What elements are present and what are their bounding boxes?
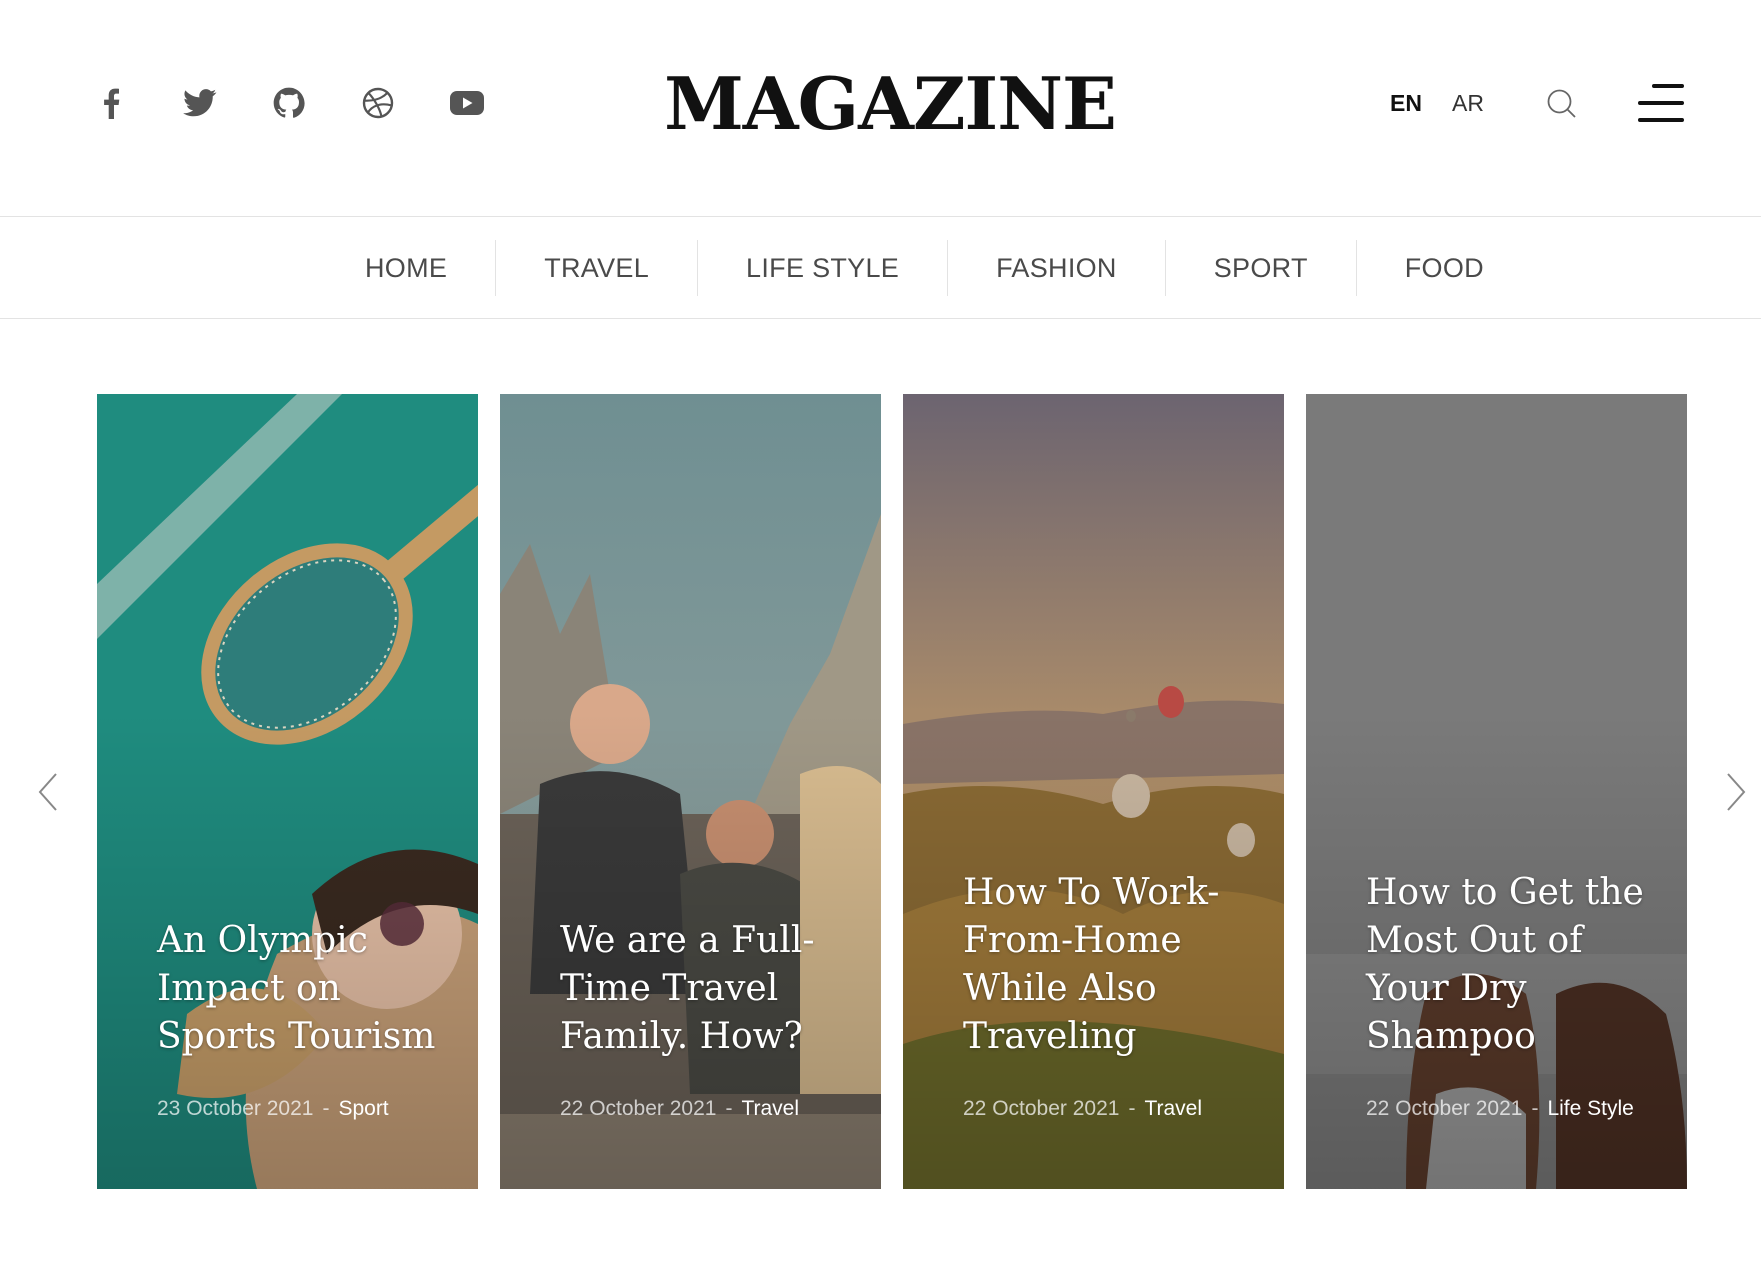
site-logo[interactable]: MAGAZINE	[0, 58, 1761, 150]
post-card-content: How to Get the Most Out of Your Dry Sham…	[1366, 869, 1656, 1126]
post-card[interactable]: How To Work-From-Home While Also Traveli…	[903, 394, 1284, 1189]
main-navigation: HOME TRAVEL LIFE STYLE FASHION SPORT FOO…	[0, 218, 1761, 319]
language-ar[interactable]: AR	[1452, 88, 1484, 118]
post-card[interactable]: We are a Full-Time Travel Family. How? 2…	[500, 394, 881, 1189]
post-meta: 22 October 2021- Travel	[560, 1091, 850, 1126]
meta-separator: -	[1531, 1097, 1539, 1120]
meta-separator: -	[725, 1097, 733, 1120]
nav-item-home[interactable]: HOME	[317, 240, 495, 296]
post-card[interactable]: How to Get the Most Out of Your Dry Sham…	[1306, 394, 1687, 1189]
language-en[interactable]: EN	[1390, 88, 1422, 118]
post-date: 22 October 2021	[963, 1097, 1120, 1120]
post-title[interactable]: An Olympic Impact on Sports Tourism	[157, 917, 447, 1061]
post-card-content: We are a Full-Time Travel Family. How? 2…	[560, 917, 850, 1126]
hamburger-menu-icon[interactable]	[1638, 84, 1684, 122]
post-date: 23 October 2021	[157, 1097, 314, 1120]
chevron-right-icon[interactable]	[1720, 770, 1750, 814]
post-date: 22 October 2021	[560, 1097, 717, 1120]
post-card-content: How To Work-From-Home While Also Traveli…	[963, 869, 1253, 1126]
post-date: 22 October 2021	[1366, 1097, 1523, 1120]
post-title[interactable]: We are a Full-Time Travel Family. How?	[560, 917, 850, 1061]
post-meta: 22 October 2021- Life Style	[1366, 1091, 1656, 1126]
nav-item-fashion[interactable]: FASHION	[947, 240, 1165, 296]
post-meta: 22 October 2021- Travel	[963, 1091, 1253, 1126]
featured-posts-slider: An Olympic Impact on Sports Tourism 23 O…	[0, 394, 1761, 1190]
post-title[interactable]: How To Work-From-Home While Also Traveli…	[963, 869, 1253, 1061]
meta-separator: -	[322, 1097, 330, 1120]
post-title[interactable]: How to Get the Most Out of Your Dry Sham…	[1366, 869, 1656, 1061]
nav-item-sport[interactable]: SPORT	[1164, 240, 1356, 296]
nav-item-food[interactable]: FOOD	[1355, 240, 1532, 296]
search-icon[interactable]	[1546, 88, 1578, 120]
meta-separator: -	[1128, 1097, 1136, 1120]
site-header: MAGAZINE EN AR	[0, 0, 1761, 217]
post-category[interactable]: Sport	[338, 1097, 388, 1120]
post-category[interactable]: Travel	[1144, 1097, 1202, 1120]
nav-item-travel[interactable]: TRAVEL	[495, 240, 697, 296]
post-category[interactable]: Travel	[741, 1097, 799, 1120]
post-meta: 23 October 2021- Sport	[157, 1091, 447, 1126]
chevron-left-icon[interactable]	[34, 770, 64, 814]
post-card[interactable]: An Olympic Impact on Sports Tourism 23 O…	[97, 394, 478, 1189]
post-category[interactable]: Life Style	[1547, 1097, 1633, 1120]
post-card-content: An Olympic Impact on Sports Tourism 23 O…	[157, 917, 447, 1126]
nav-item-life-style[interactable]: LIFE STYLE	[697, 240, 947, 296]
